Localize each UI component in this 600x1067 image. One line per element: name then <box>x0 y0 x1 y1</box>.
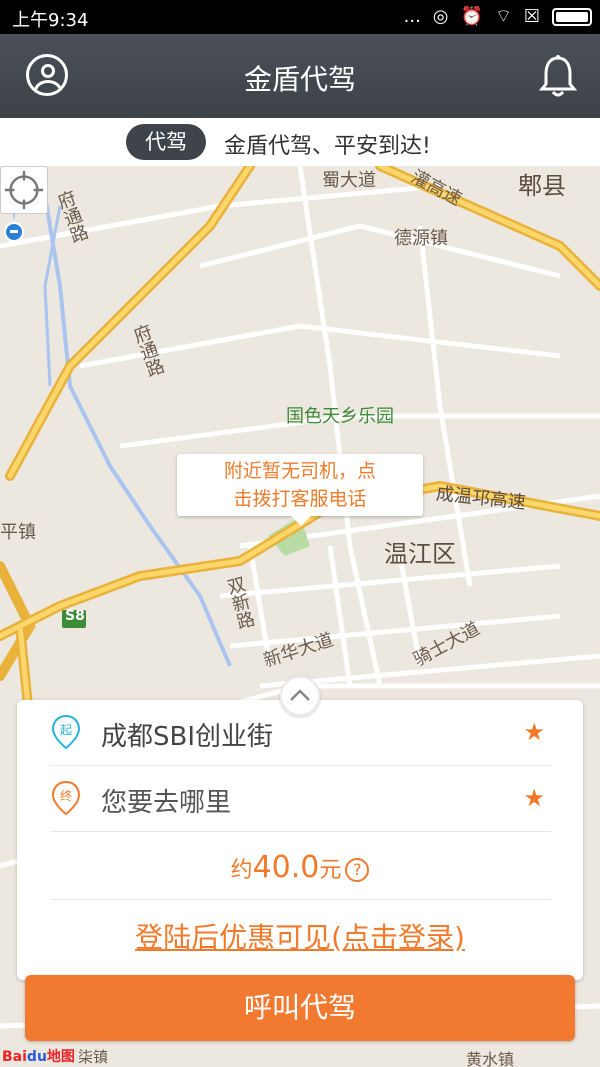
login-for-discount-link[interactable]: 登陆后优惠可见(点击登录) <box>17 916 583 956</box>
map-label-guose: 国色天乡乐园 <box>286 406 394 427</box>
map-label-pixian: 郫县 <box>518 172 566 200</box>
bell-icon[interactable] <box>538 54 578 98</box>
service-badge: 代驾 <box>126 124 206 160</box>
sync-icon: ◎ <box>432 6 449 27</box>
call-driver-button[interactable]: 呼叫代驾 <box>25 975 575 1041</box>
fare-prefix: 约 <box>230 858 253 883</box>
fare-help-icon[interactable]: ? <box>345 858 370 882</box>
page-title: 金盾代驾 <box>243 63 356 96</box>
favorite-star-icon[interactable]: ★ <box>523 784 545 812</box>
slogan-bar: 代驾 金盾代驾、平安到达! <box>0 118 600 166</box>
svg-text:起: 起 <box>60 723 72 737</box>
destination-input[interactable]: 您要去哪里 <box>101 782 231 819</box>
status-bar: 上午9:34 ... ◎ ⏰ ⌔ ☒ <box>0 0 600 34</box>
favorite-star-icon[interactable]: ★ <box>523 718 545 746</box>
wifi-icon: ⌔ <box>494 6 512 27</box>
slogan-text: 金盾代驾、平安到达! <box>224 134 431 159</box>
map-label-deyuan: 德源镇 <box>394 228 448 249</box>
fare-amount: 40.0 <box>252 850 320 885</box>
tooltip-line-1: 附近暂无司机，点 <box>223 460 376 482</box>
status-time: 上午9:34 <box>12 10 89 31</box>
map-label-liuji: 柒镇 <box>78 1048 109 1066</box>
alarm-icon: ⏰ <box>460 6 483 27</box>
battery-icon <box>552 7 592 26</box>
baidu-map-logo: Baidu地图 <box>2 1049 75 1065</box>
chevron-up-icon[interactable] <box>280 676 320 716</box>
svg-text:终: 终 <box>60 788 72 803</box>
locate-me-button[interactable] <box>0 166 48 214</box>
sim-icon: ☒ <box>523 6 540 27</box>
fare-unit: 元 <box>319 858 342 883</box>
map-label-huangshui: 黄水镇 <box>466 1050 515 1067</box>
start-address: 成都SBI创业街 <box>101 722 274 752</box>
fare-estimate: 约40.0元? <box>17 850 583 885</box>
booking-panel: 起 成都SBI创业街 ★ 终 您要去哪里 ★ 约40.0元? 登陆后优惠可见(点… <box>17 700 583 980</box>
app-bar: 金盾代驾 <box>0 34 600 118</box>
map-label-ping: 平镇 <box>0 522 36 543</box>
start-marker-icon: 起 <box>51 714 81 750</box>
no-driver-tooltip[interactable]: 附近暂无司机，点 击拨打客服电话 <box>177 454 423 526</box>
status-icons: ... ◎ ⏰ ⌔ ☒ <box>404 5 592 28</box>
status-dots: ... <box>403 6 421 27</box>
map-label-wenjiang: 温江区 <box>384 540 456 568</box>
destination-row[interactable]: 终 您要去哪里 ★ <box>51 766 551 832</box>
map-label-s8: S8 <box>65 608 85 624</box>
map-label-dadao-top: 蜀大道 <box>322 170 376 191</box>
tooltip-line-2: 击拨打客服电话 <box>233 488 367 510</box>
end-marker-icon: 终 <box>51 780 81 816</box>
divider <box>51 899 551 900</box>
